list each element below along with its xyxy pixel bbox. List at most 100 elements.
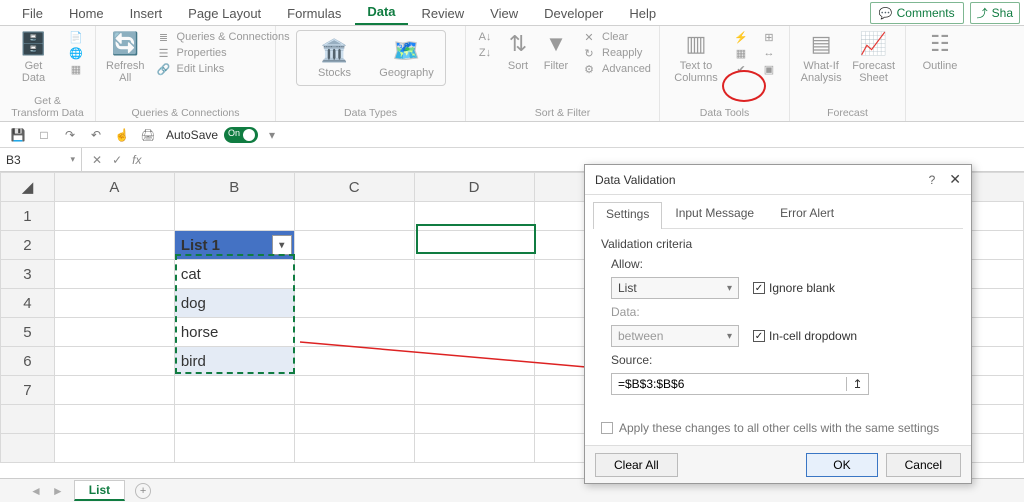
cell-b6[interactable]: bird <box>174 347 294 376</box>
tab-next-icon[interactable]: ► <box>52 484 64 498</box>
filter-button[interactable]: ▼Filter <box>542 30 570 72</box>
tab-prev-icon[interactable]: ◄ <box>30 484 42 498</box>
ok-button[interactable]: OK <box>806 453 877 477</box>
outline-button[interactable]: ☷Outline <box>916 30 964 72</box>
incell-dropdown-checkbox[interactable]: ✓In-cell dropdown <box>753 329 857 343</box>
data-label: Data: <box>611 305 955 319</box>
cell-b4[interactable]: dog <box>174 289 294 318</box>
flash-fill-icon[interactable]: ⚡ <box>732 30 750 44</box>
touch-icon[interactable]: ☝ <box>114 127 130 143</box>
select-all-corner[interactable]: ◢ <box>1 173 55 202</box>
tab-help[interactable]: Help <box>617 2 668 25</box>
tab-file[interactable]: File <box>10 2 55 25</box>
range-picker-icon[interactable]: ↥ <box>846 377 868 391</box>
tab-insert[interactable]: Insert <box>118 2 175 25</box>
row-header-3[interactable]: 3 <box>1 260 55 289</box>
from-web-icon[interactable]: 🌐 <box>67 46 85 60</box>
sort-za-icon[interactable]: Z↓ <box>476 46 494 60</box>
chevron-down-icon[interactable]: ▾ <box>264 127 280 143</box>
dialog-help-icon[interactable]: ? <box>929 173 936 187</box>
col-header-a[interactable]: A <box>54 173 174 202</box>
name-box[interactable]: B3 ▾ <box>0 148 82 171</box>
dialog-tab-error-alert[interactable]: Error Alert <box>767 201 847 228</box>
row-header-7[interactable]: 7 <box>1 376 55 405</box>
row-header-5[interactable]: 5 <box>1 318 55 347</box>
tab-data[interactable]: Data <box>355 0 407 25</box>
get-data-icon: 🗄️ <box>20 30 48 58</box>
consolidate-icon[interactable]: ⊞ <box>760 30 778 44</box>
ignore-blank-checkbox[interactable]: ✓Ignore blank <box>753 281 835 295</box>
dialog-close-icon[interactable]: ✕ <box>949 171 961 188</box>
row-header-4[interactable]: 4 <box>1 289 55 318</box>
row-header-2[interactable]: 2 <box>1 231 55 260</box>
stocks-button[interactable]: 🏛️Stocks <box>307 37 363 79</box>
accept-formula-icon[interactable]: ✓ <box>112 153 122 167</box>
table-header-cell[interactable]: List 1 ▾ <box>174 231 294 260</box>
cancel-formula-icon[interactable]: ✕ <box>92 153 102 167</box>
row-header-8[interactable] <box>1 405 55 434</box>
from-text-icon[interactable]: 📄 <box>67 30 85 44</box>
ignore-blank-label: Ignore blank <box>769 281 835 295</box>
advanced-icon: ⚙ <box>580 62 598 76</box>
add-sheet-button[interactable]: + <box>135 483 151 499</box>
tab-review[interactable]: Review <box>410 2 477 25</box>
geography-button[interactable]: 🗺️Geography <box>379 37 435 79</box>
relationships-icon[interactable]: ↔ <box>760 46 778 60</box>
tab-formulas[interactable]: Formulas <box>275 2 353 25</box>
tab-view[interactable]: View <box>478 2 530 25</box>
clear-filter-button[interactable]: ✕Clear <box>580 30 651 44</box>
cell-b3[interactable]: cat <box>174 260 294 289</box>
autosave-toggle[interactable]: On <box>224 127 258 143</box>
clear-all-button[interactable]: Clear All <box>595 453 678 477</box>
col-header-d[interactable]: D <box>414 173 534 202</box>
row-header-6[interactable]: 6 <box>1 347 55 376</box>
print-icon[interactable]: 🖨 <box>140 127 156 143</box>
edit-links-button[interactable]: 🔗Edit Links <box>155 62 290 76</box>
save-icon[interactable]: 💾 <box>10 127 26 143</box>
whatif-label: What-If Analysis <box>801 60 842 84</box>
tab-developer[interactable]: Developer <box>532 2 615 25</box>
queries-connections-button[interactable]: ≣Queries & Connections <box>155 30 290 44</box>
dialog-tab-settings[interactable]: Settings <box>593 202 662 229</box>
sort-az-icon[interactable]: A↓ <box>476 30 494 44</box>
autosave-label: AutoSave <box>166 128 218 142</box>
tab-home[interactable]: Home <box>57 2 116 25</box>
sheet-tab-list[interactable]: List <box>74 480 125 501</box>
redo-icon[interactable]: ↷ <box>62 127 78 143</box>
properties-icon: ☰ <box>155 46 173 60</box>
tab-page-layout[interactable]: Page Layout <box>176 2 273 25</box>
undo-icon[interactable]: ↶ <box>88 127 104 143</box>
col-header-b[interactable]: B <box>174 173 294 202</box>
data-model-icon[interactable]: ▣ <box>760 62 778 76</box>
fx-icon[interactable]: fx <box>132 153 141 167</box>
reapply-button[interactable]: ↻Reapply <box>580 46 651 60</box>
comments-button[interactable]: Comments <box>870 2 964 24</box>
qc-label-0: Queries & Connections <box>177 31 290 43</box>
dialog-tab-input-message[interactable]: Input Message <box>662 201 767 228</box>
cancel-button[interactable]: Cancel <box>886 453 961 477</box>
col-header-c[interactable]: C <box>294 173 414 202</box>
remove-duplicates-icon[interactable]: ▦ <box>732 46 750 60</box>
forecast-sheet-label: Forecast Sheet <box>852 60 895 84</box>
apply-all-checkbox[interactable]: Apply these changes to all other cells w… <box>601 421 955 435</box>
new-icon[interactable]: □ <box>36 127 52 143</box>
text-to-columns-icon: ▥ <box>682 30 710 58</box>
refresh-all-button[interactable]: 🔄 Refresh All <box>106 30 145 84</box>
source-input[interactable] <box>612 377 846 391</box>
cell-b5[interactable]: horse <box>174 318 294 347</box>
from-table-icon[interactable]: ▦ <box>67 62 85 76</box>
what-if-button[interactable]: ▤What-If Analysis <box>800 30 842 84</box>
filter-dropdown-icon[interactable]: ▾ <box>272 235 292 255</box>
allow-select[interactable]: List▾ <box>611 277 739 299</box>
row-header-1[interactable]: 1 <box>1 202 55 231</box>
advanced-filter-button[interactable]: ⚙Advanced <box>580 62 651 76</box>
get-data-label: Get Data <box>22 60 45 84</box>
sort-button[interactable]: ⇅Sort <box>504 30 532 72</box>
get-data-button[interactable]: 🗄️ Get Data <box>10 30 57 84</box>
text-to-columns-button[interactable]: ▥Text to Columns <box>670 30 722 84</box>
properties-button[interactable]: ☰Properties <box>155 46 290 60</box>
filter-label: Filter <box>544 60 568 72</box>
row-header-9[interactable] <box>1 434 55 463</box>
share-button[interactable]: Sha <box>970 2 1020 24</box>
forecast-sheet-button[interactable]: 📈Forecast Sheet <box>852 30 895 84</box>
